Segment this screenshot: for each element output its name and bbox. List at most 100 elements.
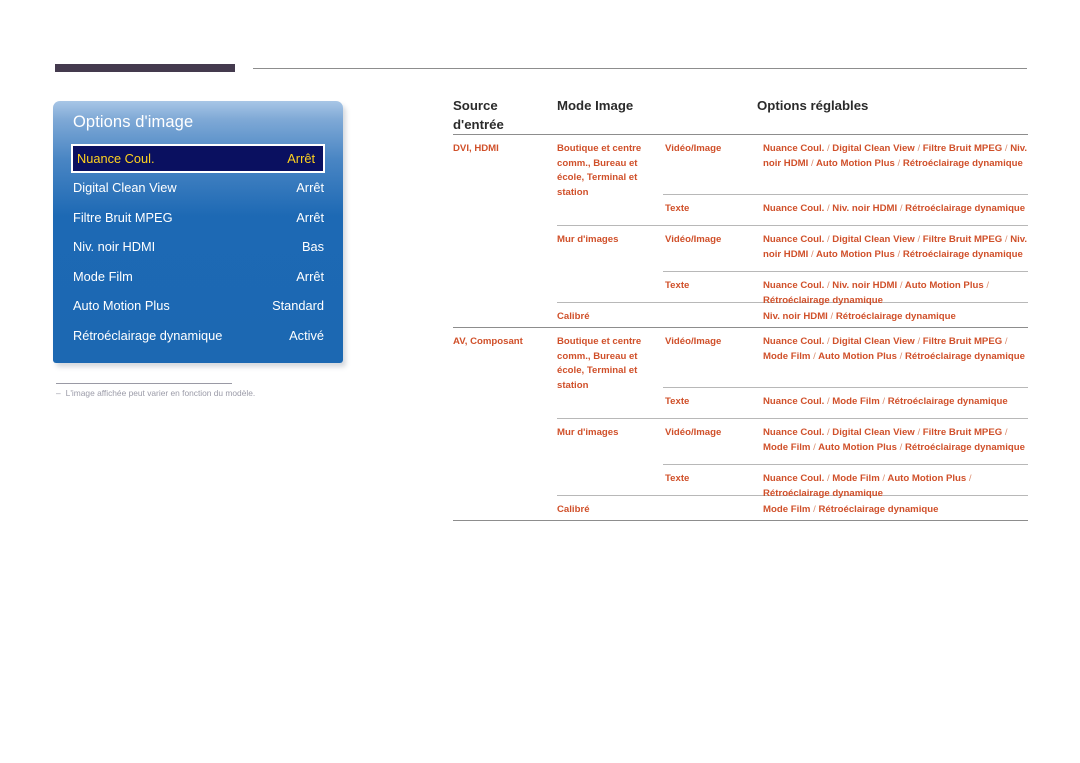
option-separator: / (826, 336, 830, 347)
cell-options: Nuance Coul. / Digital Clean View / Filt… (763, 427, 1025, 453)
osd-item-niv-noir-hdmi[interactable]: Niv. noir HDMI Bas (53, 232, 343, 262)
osd-item-digital-clean-view[interactable]: Digital Clean View Arrêt (53, 173, 343, 203)
cell-submode: Vidéo/Image (665, 336, 722, 347)
osd-item-label: Mode Film (73, 268, 133, 284)
osd-item-label: Rétroéclairage dynamique (73, 327, 223, 343)
table-row: Texte Nuance Coul. / Mode Film / Rétroéc… (453, 388, 1028, 418)
osd-item-label: Nuance Coul. (77, 151, 155, 166)
table-header-options: Options réglables (757, 98, 869, 113)
table-header-row: Source d'entrée Mode Image Options régla… (453, 96, 1028, 134)
header-hairline (253, 68, 1027, 69)
table-bottom-divider (453, 520, 1028, 521)
option-separator: / (826, 280, 830, 291)
option-separator: / (813, 504, 816, 515)
cell-mode: Calibré (557, 504, 590, 515)
cell-submode: Vidéo/Image (665, 234, 722, 245)
option-separator: / (826, 473, 830, 484)
cell-mode: Mur d'images (557, 427, 619, 438)
osd-item-label: Digital Clean View (73, 180, 177, 196)
option-separator: / (986, 280, 990, 291)
table-row: DVI, HDMI Boutique et centre comm., Bure… (453, 135, 1028, 198)
option-separator: / (897, 248, 901, 260)
cell-submode: Texte (665, 396, 690, 407)
table-row: Texte Nuance Coul. / Niv. noir HDMI / Au… (453, 272, 1028, 306)
option-separator: / (917, 336, 921, 347)
option-separator: / (899, 441, 903, 453)
option-separator: / (813, 441, 816, 453)
table-header-source: Source d'entrée (453, 98, 504, 133)
osd-item-filtre-bruit-mpeg[interactable]: Filtre Bruit MPEG Arrêt (53, 203, 343, 233)
option-separator: / (826, 427, 830, 438)
header-decoration (55, 64, 1027, 74)
cell-options: Nuance Coul. / Digital Clean View / Filt… (763, 234, 1028, 260)
cell-mode: Calibré (557, 311, 590, 322)
option-separator: / (1004, 234, 1008, 245)
osd-item-value: Arrêt (296, 180, 324, 196)
osd-item-label: Filtre Bruit MPEG (73, 209, 173, 225)
cell-mode: Boutique et centre comm., Bureau et écol… (557, 143, 642, 198)
osd-item-mode-film[interactable]: Mode Film Arrêt (53, 262, 343, 292)
osd-panel-title: Options d'image (73, 113, 194, 131)
cell-submode: Vidéo/Image (665, 143, 722, 154)
options-table: Source d'entrée Mode Image Options régla… (453, 96, 1028, 521)
table-row: Texte Nuance Coul. / Mode Film / Auto Mo… (453, 465, 1028, 499)
header-accent-bar (55, 64, 235, 72)
option-separator: / (899, 350, 903, 362)
page-root: Options d'image Nuance Coul. Arrêt Digit… (0, 0, 1080, 763)
osd-item-value: Bas (301, 239, 324, 255)
osd-item-value: Standard (272, 298, 324, 314)
footnote-divider (56, 383, 232, 384)
table-row: Mur d'images Vidéo/Image Nuance Coul. / … (453, 226, 1028, 271)
osd-item-auto-motion-plus[interactable]: Auto Motion Plus Standard (53, 291, 343, 321)
osd-item-label: Niv. noir HDMI (73, 239, 156, 255)
cell-submode: Texte (665, 280, 690, 291)
cell-mode: Mur d'images (557, 234, 619, 245)
cell-options: Nuance Coul. / Digital Clean View / Filt… (763, 336, 1025, 362)
cell-options: Nuance Coul. / Digital Clean View / Filt… (763, 143, 1028, 169)
cell-options: Nuance Coul. / Mode Film / Rétroéclairag… (763, 396, 1008, 407)
table-row: Texte Nuance Coul. / Niv. noir HDMI / Ré… (453, 195, 1028, 225)
footnote-dash: ‒ (56, 388, 61, 398)
option-separator: / (917, 427, 921, 438)
footnote-text: L'image affichée peut varier en fonction… (65, 388, 256, 398)
table-row: Calibré Mode Film / Rétroéclairage dynam… (453, 496, 1028, 520)
cell-source: DVI, HDMI (453, 143, 499, 154)
option-separator: / (1004, 336, 1008, 347)
osd-item-value: Arrêt (296, 268, 324, 284)
osd-menu-list: Nuance Coul. Arrêt Digital Clean View Ar… (53, 144, 343, 350)
cell-mode: Boutique et centre comm., Bureau et écol… (557, 336, 642, 391)
table-row: AV, Composant Boutique et centre comm., … (453, 328, 1028, 391)
option-separator: / (897, 157, 901, 169)
option-separator: / (1004, 427, 1008, 438)
table-header-mode-image: Mode Image (557, 98, 634, 113)
cell-options: Mode Film / Rétroéclairage dynamique (763, 504, 939, 515)
cell-submode: Texte (665, 473, 690, 484)
osd-item-value: Arrêt (296, 209, 324, 225)
table-row: Calibré Niv. noir HDMI / Rétroéclairage … (453, 303, 1028, 327)
cell-submode: Texte (665, 203, 690, 214)
osd-menu-panel: Options d'image Nuance Coul. Arrêt Digit… (53, 101, 343, 363)
osd-item-value: Activé (289, 327, 324, 343)
option-separator: / (826, 234, 830, 245)
cell-source: AV, Composant (453, 336, 523, 347)
osd-item-label: Auto Motion Plus (73, 298, 170, 314)
option-separator: / (810, 248, 814, 260)
option-separator: / (917, 234, 921, 245)
option-separator: / (917, 143, 921, 154)
option-separator: / (882, 473, 886, 484)
cell-options: Nuance Coul. / Niv. noir HDMI / Rétroécl… (763, 203, 1026, 214)
footnote: ‒ L'image affichée peut varier en foncti… (56, 387, 386, 400)
cell-submode: Vidéo/Image (665, 427, 722, 438)
option-separator: / (899, 280, 903, 291)
option-separator: / (968, 473, 972, 484)
option-separator: / (826, 203, 830, 214)
option-separator: / (826, 396, 830, 407)
osd-item-nuance-coul[interactable]: Nuance Coul. Arrêt (71, 144, 325, 173)
table-row: Mur d'images Vidéo/Image Nuance Coul. / … (453, 419, 1028, 464)
osd-item-retroeclairage-dynamique[interactable]: Rétroéclairage dynamique Activé (53, 321, 343, 351)
option-separator: / (813, 350, 816, 362)
option-separator: / (810, 157, 814, 169)
option-separator: / (882, 396, 886, 407)
osd-item-value: Arrêt (287, 151, 315, 166)
option-separator: / (899, 203, 903, 214)
